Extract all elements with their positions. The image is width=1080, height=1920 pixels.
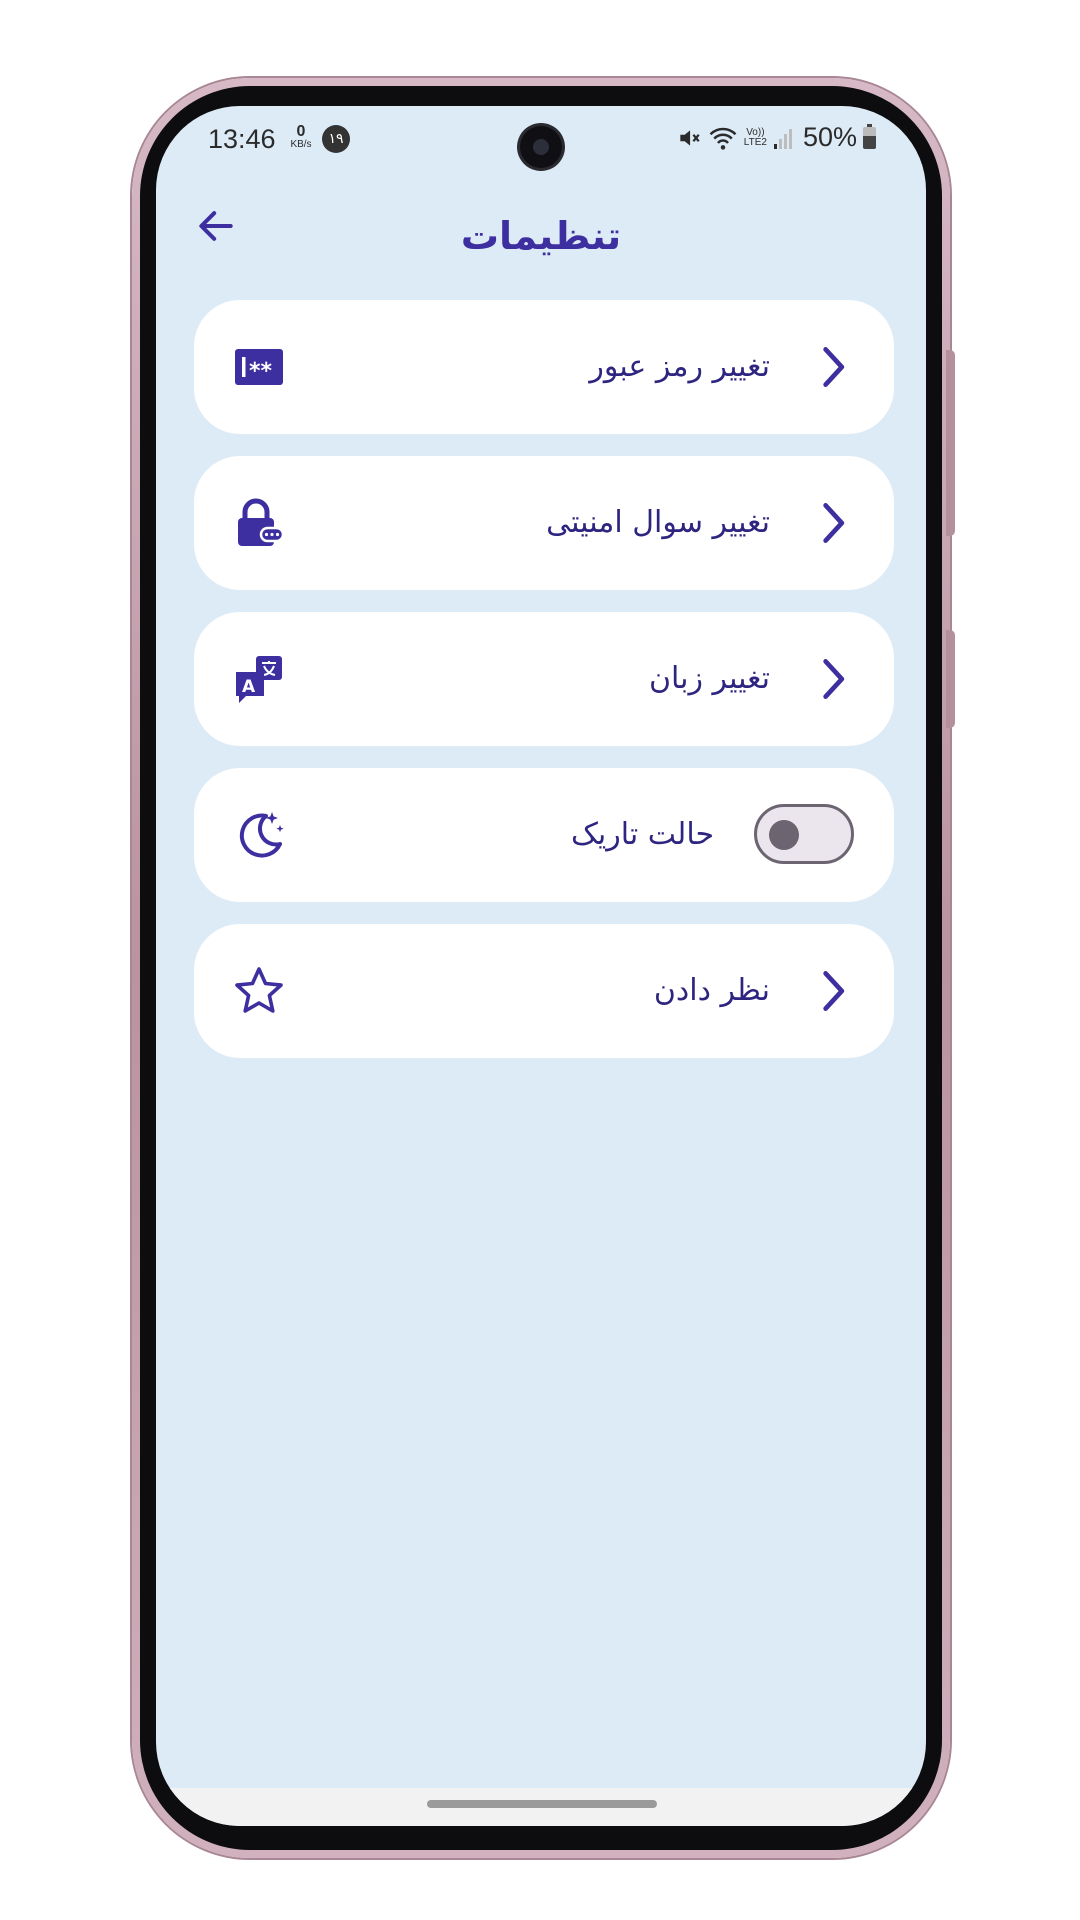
settings-item-label: نظر دادن [653, 973, 770, 1008]
network-speed: 0 KB/s [284, 124, 318, 150]
volume-button [946, 350, 955, 536]
status-icons: Vo)) LTE2 50% [676, 122, 876, 153]
settings-item-change-language[interactable]: تغییر زبان A [194, 612, 894, 746]
navigation-bar [156, 1788, 926, 1826]
network-speed-value: 0 [296, 123, 306, 140]
volte-indicator: Vo)) LTE2 [743, 126, 767, 148]
notification-count-badge: ۱۹ [322, 125, 350, 153]
volte-top: Vo)) [746, 126, 765, 138]
home-indicator[interactable] [427, 1800, 657, 1808]
settings-item-change-security-question[interactable]: تغییر سوال امنیتی [194, 456, 894, 590]
volte-bottom: LTE2 [743, 136, 767, 148]
chevron-right-icon [823, 659, 845, 699]
battery-icon [863, 123, 876, 149]
password-icon: ** [235, 349, 283, 385]
dark-mode-toggle[interactable] [754, 804, 854, 864]
battery-percent: 50% [802, 122, 857, 152]
settings-item-change-password[interactable]: تغییر رمز عبور ** [194, 300, 894, 434]
translate-icon: A [236, 656, 282, 703]
chevron-right-icon [823, 503, 845, 543]
toggle-knob [769, 820, 799, 850]
settings-item-label: حالت تاریک [571, 817, 714, 852]
svg-text:A: A [242, 677, 256, 697]
front-camera [520, 126, 562, 168]
lock-icon [238, 498, 284, 546]
page-title: تنظیمات [460, 214, 622, 258]
star-icon [235, 967, 283, 1013]
mute-icon [680, 129, 700, 146]
svg-text:**: ** [249, 359, 273, 384]
signal-icon [773, 128, 792, 149]
settings-item-label: تغییر زبان [648, 661, 770, 696]
screen: 13:46 0 KB/s ۱۹ Vo)) LTE2 50% تنظیمات تغ… [156, 106, 926, 1826]
settings-item-label: تغییر سوال امنیتی [546, 505, 770, 540]
chevron-right-icon [823, 347, 845, 387]
moon-icon [239, 812, 284, 858]
settings-item-give-feedback[interactable]: نظر دادن [194, 924, 894, 1058]
power-button [946, 630, 955, 728]
chevron-right-icon [823, 971, 845, 1011]
wifi-icon [709, 127, 737, 150]
settings-item-label: تغییر رمز عبور [589, 349, 770, 384]
settings-item-dark-mode: حالت تاریک [194, 768, 894, 902]
status-time: 13:46 [208, 124, 276, 154]
network-speed-unit: KB/s [290, 139, 312, 150]
